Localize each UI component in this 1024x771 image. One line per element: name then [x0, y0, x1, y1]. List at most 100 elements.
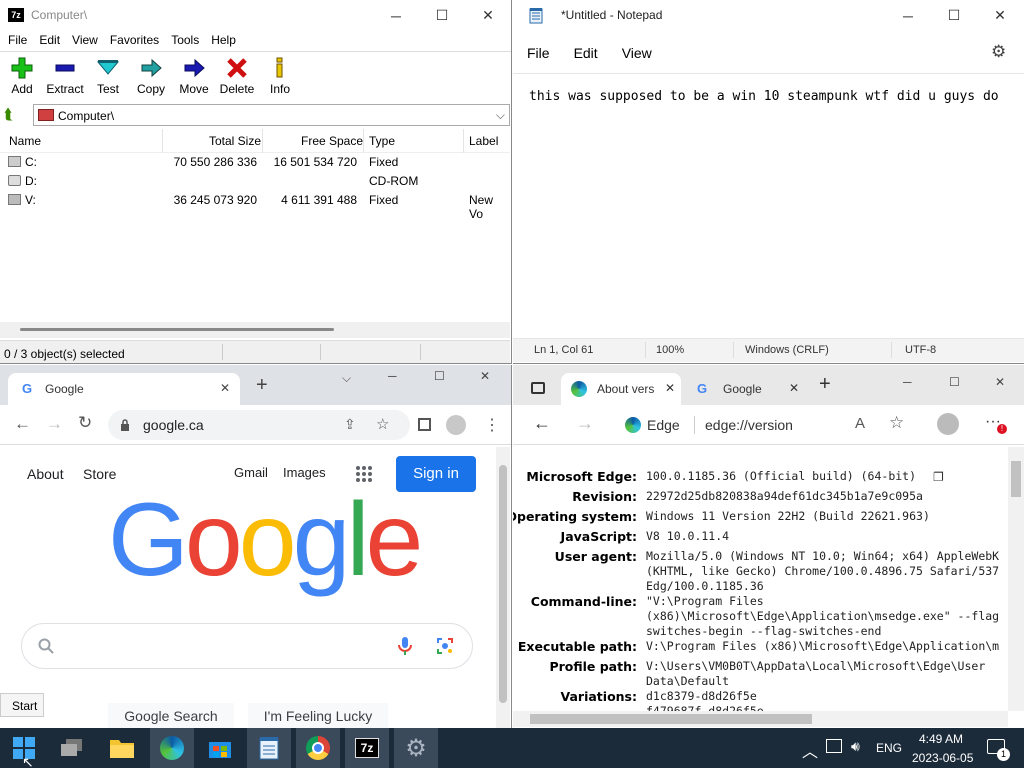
new-tab-icon[interactable]: +: [256, 375, 268, 395]
network-monitor-icon[interactable]: [826, 739, 842, 753]
close-button[interactable]: ✕: [977, 0, 1023, 31]
menu-tools[interactable]: Tools: [165, 33, 205, 47]
scrollbar-thumb[interactable]: [499, 465, 507, 703]
sevenzip-taskbar-button[interactable]: 7z: [345, 728, 389, 768]
tab-search-chevron-icon[interactable]: ⌵: [342, 371, 351, 386]
tab-google[interactable]: G Google ✕: [8, 373, 240, 405]
close-button[interactable]: ✕: [465, 0, 511, 31]
scrollbar-thumb[interactable]: [20, 328, 334, 331]
move-button[interactable]: Move: [172, 56, 216, 96]
tab-google[interactable]: G Google ✕: [685, 373, 810, 405]
images-link[interactable]: Images: [283, 465, 326, 480]
menu-file[interactable]: File: [515, 45, 562, 61]
apps-grid-icon[interactable]: [355, 465, 373, 483]
bookmark-star-icon[interactable]: ☆: [376, 415, 389, 433]
info-button[interactable]: Info: [258, 56, 302, 96]
title-bar[interactable]: *Untitled - Notepad ─ ☐ ✕: [513, 0, 1024, 31]
back-icon[interactable]: ←: [533, 413, 551, 434]
close-button[interactable]: ✕: [480, 369, 490, 383]
vertical-scrollbar[interactable]: [1008, 447, 1024, 711]
minimize-button[interactable]: ─: [373, 0, 419, 31]
scrollbar-thumb[interactable]: [1011, 461, 1021, 497]
microphone-icon[interactable]: [398, 636, 412, 656]
col-total-size[interactable]: Total Size: [209, 134, 261, 148]
test-button[interactable]: Test: [86, 56, 130, 96]
tab-about-version[interactable]: About vers ✕: [561, 373, 681, 405]
table-row[interactable]: C: 70 550 286 336 16 501 534 720 Fixed: [0, 153, 510, 172]
copy-icon[interactable]: ❐: [933, 470, 944, 484]
maximize-button[interactable]: ☐: [949, 375, 960, 389]
close-button[interactable]: ✕: [995, 375, 1005, 389]
close-tab-icon[interactable]: ✕: [220, 381, 230, 395]
notepad-taskbar-button[interactable]: [247, 728, 291, 768]
col-label[interactable]: Label: [469, 134, 498, 148]
chevron-down-icon[interactable]: ⌵: [496, 108, 505, 123]
address-combo[interactable]: Computer\ ⌵: [33, 104, 510, 126]
store-link[interactable]: Store: [83, 466, 116, 482]
table-row[interactable]: V: 36 245 073 920 4 611 391 488 Fixed Ne…: [0, 191, 510, 221]
volume-icon[interactable]: 🔊︎: [851, 738, 860, 755]
gmail-link[interactable]: Gmail: [234, 465, 268, 480]
menu-favorites[interactable]: Favorites: [104, 33, 165, 47]
minimize-button[interactable]: ─: [885, 0, 931, 31]
camera-lens-icon[interactable]: [436, 637, 454, 655]
maximize-button[interactable]: ☐: [419, 0, 465, 31]
close-tab-icon[interactable]: ✕: [665, 381, 675, 395]
profile-avatar-icon[interactable]: [446, 415, 466, 435]
horizontal-scrollbar[interactable]: [0, 322, 510, 338]
delete-button[interactable]: Delete: [215, 56, 259, 96]
back-icon[interactable]: ←: [14, 414, 31, 434]
menu-edit[interactable]: Edit: [562, 45, 610, 61]
col-name[interactable]: Name: [9, 134, 41, 148]
search-input[interactable]: [21, 623, 473, 669]
settings-taskbar-button[interactable]: ⚙: [394, 728, 438, 768]
clock-time[interactable]: 4:49 AM: [919, 732, 963, 746]
extract-button[interactable]: Extract: [43, 56, 87, 96]
add-favorite-icon[interactable]: ☆: [889, 413, 904, 433]
maximize-button[interactable]: ☐: [931, 0, 977, 31]
reload-icon[interactable]: ↻: [78, 413, 92, 433]
forward-icon[interactable]: →: [576, 413, 594, 434]
read-aloud-icon[interactable]: A: [855, 415, 865, 432]
menu-view[interactable]: View: [66, 33, 104, 47]
language-indicator[interactable]: ENG: [876, 741, 902, 755]
forward-icon[interactable]: →: [46, 414, 63, 434]
profile-avatar-icon[interactable]: [937, 413, 959, 435]
new-tab-icon[interactable]: +: [819, 374, 831, 394]
add-button[interactable]: Add: [0, 56, 44, 96]
google-search-button[interactable]: Google Search: [108, 703, 234, 728]
menu-kebab-icon[interactable]: ⋮: [484, 415, 500, 435]
about-link[interactable]: About: [27, 466, 64, 482]
menu-edit[interactable]: Edit: [33, 33, 66, 47]
task-view-button[interactable]: [50, 728, 94, 768]
omnibox[interactable]: google.ca ⇪ ☆: [108, 410, 410, 440]
share-icon[interactable]: ⇪: [344, 416, 356, 433]
settings-gear-icon[interactable]: ⚙: [991, 42, 1006, 62]
close-tab-icon[interactable]: ✕: [789, 381, 799, 395]
horizontal-scrollbar[interactable]: [513, 711, 1008, 727]
show-hidden-icons-chevron-icon[interactable]: ︿: [802, 738, 818, 762]
table-row[interactable]: D: CD-ROM: [0, 172, 510, 191]
feeling-lucky-button[interactable]: I'm Feeling Lucky: [248, 703, 388, 728]
title-bar[interactable]: 7z Computer\ ─ ☐ ✕: [0, 0, 511, 31]
minimize-button[interactable]: ─: [388, 369, 397, 383]
side-panel-icon[interactable]: [418, 418, 431, 431]
copy-button[interactable]: Copy: [129, 56, 173, 96]
up-folder-icon[interactable]: ⮬: [4, 106, 13, 123]
chrome-taskbar-button[interactable]: [296, 728, 340, 768]
col-free-space[interactable]: Free Space: [301, 134, 363, 148]
scrollbar-thumb[interactable]: [530, 714, 812, 724]
tab-actions-icon[interactable]: [531, 382, 545, 394]
edge-taskbar-button[interactable]: [150, 728, 194, 768]
text-editor[interactable]: this was supposed to be a win 10 steampu…: [529, 89, 999, 104]
store-button[interactable]: [198, 728, 242, 768]
minimize-button[interactable]: ─: [903, 375, 912, 389]
menu-view[interactable]: View: [610, 45, 664, 61]
menu-file[interactable]: File: [2, 33, 33, 47]
vertical-scrollbar[interactable]: [496, 447, 510, 728]
col-type[interactable]: Type: [369, 134, 395, 148]
clock-date[interactable]: 2023-06-05: [912, 751, 973, 765]
file-explorer-button[interactable]: [100, 728, 144, 768]
menu-help[interactable]: Help: [205, 33, 242, 47]
maximize-button[interactable]: ☐: [434, 369, 445, 383]
